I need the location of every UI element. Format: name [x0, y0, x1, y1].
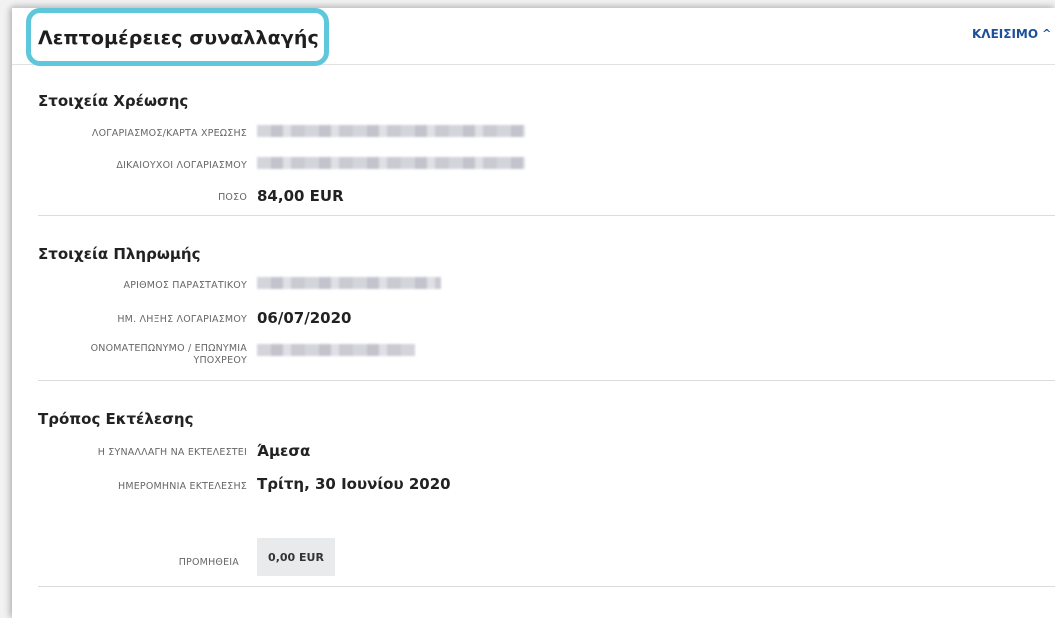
- close-button[interactable]: ΚΛΕΙΣΙΜΟ ^: [972, 26, 1052, 42]
- execution-date-label: ΗΜΕΡΟΜΗΝΙΑ ΕΚΤΕΛΕΣΗΣ: [117, 481, 247, 492]
- beneficiaries-label: ΔΙΚΑΙΟΥΧΟΙ ΛΟΓΑΡΙΑΣΜΟΥ: [116, 160, 247, 171]
- execution-date-value: Τρίτη, 30 Ιουνίου 2020: [257, 475, 451, 493]
- title-highlight-frame: [26, 8, 329, 66]
- document-number-value-redacted: [257, 277, 441, 289]
- divider: [38, 380, 1055, 381]
- obligor-label-line2: ΥΠΟΧΡΕΟΥ: [193, 355, 247, 366]
- fee-label: ΠΡΟΜΗΘΕΙΑ: [178, 557, 239, 568]
- document-number-label: ΑΡΙΘΜΟΣ ΠΑΡΑΣΤΑΤΙΚΟΥ: [123, 280, 247, 291]
- debit-section-title: Στοιχεία Χρέωσης: [38, 92, 189, 110]
- beneficiaries-value-redacted: [257, 157, 525, 169]
- execution-section-title: Τρόπος Εκτέλεσης: [38, 410, 194, 428]
- amount-value: 84,00 EUR: [257, 187, 344, 205]
- obligor-value-redacted: [257, 344, 415, 356]
- divider: [38, 215, 1055, 216]
- payment-section-title: Στοιχεία Πληρωμής: [38, 245, 201, 263]
- obligor-label-line1: ΟΝΟΜΑΤΕΠΩΝΥΜΟ / ΕΠΩΝΥΜΙΑ: [90, 343, 247, 354]
- execution-timing-value: Άμεσα: [257, 442, 311, 460]
- transaction-details-panel: Λεπτομέρειες συναλλαγής ΚΛΕΙΣΙΜΟ ^ Στοιχ…: [12, 8, 1055, 618]
- chevron-up-icon: ^: [1042, 26, 1052, 40]
- debit-account-label: ΛΟΓΑΡΙΑΣΜΟΣ/ΚΑΡΤΑ ΧΡΕΩΣΗΣ: [91, 128, 247, 139]
- obligor-label: ΟΝΟΜΑΤΕΠΩΝΥΜΟ / ΕΠΩΝΥΜΙΑ ΥΠΟΧΡΕΟΥ: [91, 343, 247, 367]
- close-button-label: ΚΛΕΙΣΙΜΟ: [972, 27, 1039, 41]
- due-date-value: 06/07/2020: [257, 309, 352, 327]
- debit-account-value-redacted: [257, 125, 525, 137]
- divider: [38, 586, 1055, 587]
- fee-value: 0,00 EUR: [257, 538, 335, 576]
- execution-timing-label: Η ΣΥΝΑΛΛΑΓΗ ΝΑ ΕΚΤΕΛΕΣΤΕΙ: [97, 447, 247, 458]
- amount-label: ΠΟΣΟ: [218, 192, 247, 203]
- due-date-label: ΗΜ. ΛΗΞΗΣ ΛΟΓΑΡΙΑΣΜΟΥ: [117, 314, 247, 325]
